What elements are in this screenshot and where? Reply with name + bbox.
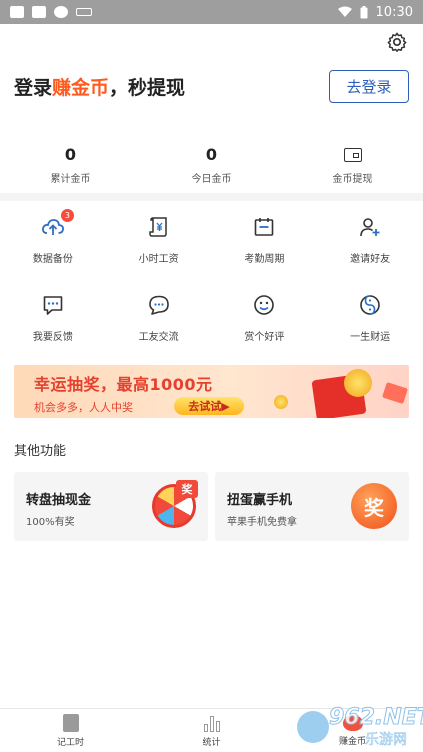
other-functions-cards: 转盘抽现金 100%有奖 奖 扭蛋赢手机 苹果手机免费拿 奖 <box>14 472 409 541</box>
feature-worker-chat[interactable]: 工友交流 <box>106 292 212 344</box>
stat-label: 金币提现 <box>332 174 373 185</box>
stat-value: 0 <box>205 145 218 164</box>
status-bar: 10:30 <box>0 0 423 24</box>
feature-label: 小时工资 <box>138 254 179 265</box>
login-row: 登录赚金币，秒提现 去登录 <box>14 69 409 103</box>
smile-icon <box>251 292 277 318</box>
banner-title: 幸运抽奖，最高1000元 <box>34 375 213 394</box>
feature-data-backup[interactable]: 3 数据备份 <box>0 209 106 266</box>
stat-value: 0 <box>64 145 77 164</box>
other-functions-title: 其他功能 <box>14 444 67 459</box>
feature-invite-friends[interactable]: 邀请好友 <box>317 214 423 266</box>
scroll-yen-icon <box>146 214 172 240</box>
stat-label: 今日金币 <box>191 174 232 185</box>
login-title-prefix: 登录 <box>14 76 53 99</box>
feature-fortune[interactable]: 一生财运 <box>317 292 423 344</box>
capsule-phone-card[interactable]: 扭蛋赢手机 苹果手机免费拿 奖 <box>215 472 409 541</box>
login-button[interactable]: 去登录 <box>329 69 409 103</box>
feature-label: 赏个好评 <box>244 332 285 343</box>
yin-yang-icon <box>357 292 383 318</box>
watermark-icon <box>297 711 329 743</box>
wallet-icon <box>343 148 362 162</box>
notification-badge: 3 <box>60 209 74 222</box>
banner-try-button[interactable]: 去试试▶ <box>174 397 244 415</box>
photo-icon <box>10 6 24 18</box>
gear-icon[interactable] <box>386 31 408 53</box>
card-title: 转盘抽现金 <box>26 493 92 508</box>
calendar-icon <box>251 214 277 240</box>
prize-tag: 奖 <box>176 480 198 498</box>
feature-label: 数据备份 <box>32 254 73 265</box>
watermark-logo: 962.NET 乐游网 <box>295 705 423 749</box>
add-user-icon <box>357 214 383 240</box>
prize-egg-icon: 奖 <box>351 483 397 529</box>
tab-label: 记工时 <box>56 737 84 748</box>
edit-icon <box>62 713 79 732</box>
feature-label: 邀请好友 <box>350 254 391 265</box>
feature-label: 工友交流 <box>138 332 179 343</box>
tab-record-hours[interactable]: 记工时 <box>0 709 141 752</box>
stat-today-coins: 0 今日金币 <box>141 144 282 185</box>
withdraw-coins-button[interactable]: 金币提现 <box>282 144 423 185</box>
feature-rate-app[interactable]: 赏个好评 <box>212 292 318 344</box>
card-title: 扭蛋赢手机 <box>227 493 293 508</box>
notification-icon <box>76 8 92 16</box>
bar-chart-icon <box>203 714 220 732</box>
login-title-highlight: 赚金币 <box>52 76 110 99</box>
section-divider <box>0 193 423 201</box>
feature-label: 一生财运 <box>350 332 391 343</box>
card-subtitle: 100%有奖 <box>26 517 75 528</box>
watermark-subtext: 乐游网 <box>365 732 408 749</box>
login-title-suffix: ，秒提现 <box>109 76 186 99</box>
watermark-text: 962.NET <box>329 705 423 731</box>
feedback-icon <box>40 292 66 318</box>
feature-attendance-cycle[interactable]: 考勤周期 <box>212 214 318 266</box>
card-subtitle: 苹果手机免费拿 <box>227 517 297 528</box>
banner-subtitle: 机会多多，人人中奖 <box>34 401 133 414</box>
feature-feedback[interactable]: 我要反馈 <box>0 292 106 344</box>
tab-statistics[interactable]: 统计 <box>141 709 282 752</box>
red-envelope-icon <box>382 381 408 405</box>
wheel-cash-card[interactable]: 转盘抽现金 100%有奖 奖 <box>14 472 208 541</box>
cloud-upload-icon: 3 <box>40 209 74 240</box>
login-title: 登录赚金币，秒提现 <box>14 73 185 100</box>
wifi-icon <box>337 6 352 17</box>
chat-icon <box>146 292 172 318</box>
stat-total-coins: 0 累计金币 <box>0 144 141 185</box>
feature-hourly-wage[interactable]: 小时工资 <box>106 214 212 266</box>
feature-label: 我要反馈 <box>32 332 73 343</box>
sync-icon <box>54 6 68 18</box>
bag-icon <box>32 6 46 18</box>
lucky-draw-banner[interactable]: 幸运抽奖，最高1000元 机会多多，人人中奖 去试试▶ <box>14 365 409 418</box>
coin-decoration <box>274 395 288 409</box>
battery-icon <box>360 5 368 18</box>
status-time: 10:30 <box>375 4 413 20</box>
stat-label: 累计金币 <box>50 174 91 185</box>
stats-row: 0 累计金币 0 今日金币 金币提现 <box>0 144 423 185</box>
coin-decoration <box>344 369 372 397</box>
feature-grid: 3 数据备份 小时工资 考勤周期 邀请好友 我要反馈 工友交流 赏个好评 一生财… <box>0 209 423 344</box>
tab-label: 统计 <box>202 737 221 748</box>
feature-label: 考勤周期 <box>244 254 285 265</box>
